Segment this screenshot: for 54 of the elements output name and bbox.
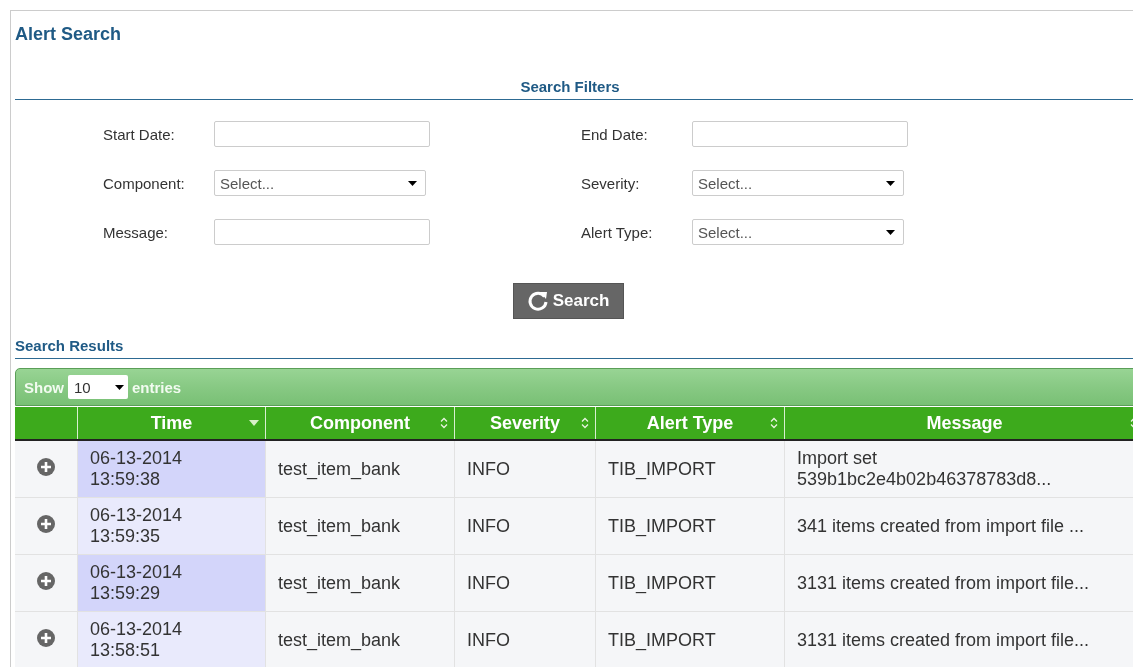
- input-field[interactable]: [692, 121, 908, 147]
- section-title: Search Results: [15, 336, 124, 354]
- table-cell: 06-13-2014 13:59:29: [77, 554, 266, 612]
- table-cell: INFO: [454, 554, 596, 612]
- input-field[interactable]: [214, 121, 430, 147]
- table-cell: 341 items created from import file ...: [784, 497, 1133, 555]
- expand-plus-icon: [37, 571, 55, 590]
- show-label: Show: [24, 378, 64, 396]
- expand-plus-icon: [37, 628, 55, 647]
- caret-icon: [886, 180, 895, 186]
- expand-plus-icon: [37, 514, 55, 533]
- table-cell: INFO: [454, 497, 596, 555]
- field-label: Message:: [103, 223, 170, 241]
- section-title: Search Filters: [520, 77, 620, 95]
- caret-icon: [886, 229, 895, 235]
- field-label: Alert Type:: [581, 223, 654, 241]
- table-cell: test_item_bank: [265, 554, 455, 612]
- table-cell: 06-13-2014 13:59:38: [77, 440, 266, 498]
- caret-icon: [115, 384, 124, 390]
- table-cell: INFO: [454, 611, 596, 667]
- entries-select[interactable]: 10: [68, 375, 128, 399]
- column-header[interactable]: Severity: [454, 407, 596, 440]
- table-cell: INFO: [454, 440, 596, 498]
- search-button[interactable]: Search: [512, 283, 624, 319]
- field-label: Component:: [103, 174, 186, 192]
- table-cell: test_item_bank: [265, 497, 455, 555]
- column-header[interactable]: Time: [77, 407, 266, 440]
- table-cell: TIB_IMPORT: [595, 497, 785, 555]
- select-field[interactable]: Select...: [692, 170, 904, 196]
- expand-plus-icon: [37, 457, 55, 476]
- table-cell: TIB_IMPORT: [595, 611, 785, 667]
- table-cell: test_item_bank: [265, 440, 455, 498]
- column-header[interactable]: Message: [784, 407, 1133, 440]
- select-field[interactable]: Select...: [214, 170, 426, 196]
- table-cell: 06-13-2014 13:58:51: [77, 611, 266, 667]
- field-label: Start Date:: [103, 125, 176, 143]
- column-header[interactable]: Alert Type: [595, 407, 785, 440]
- table-cell: 06-13-2014 13:59:35: [77, 497, 266, 555]
- input-field[interactable]: [214, 219, 430, 245]
- refresh-icon: [526, 290, 549, 312]
- table-header: [15, 407, 78, 440]
- field-label: End Date:: [581, 125, 649, 143]
- table-cell: 3131 items created from import file...: [784, 554, 1133, 612]
- table-cell: 3131 items created from import file...: [784, 611, 1133, 667]
- table-cell: TIB_IMPORT: [595, 440, 785, 498]
- table-cell: test_item_bank: [265, 611, 455, 667]
- page-title: Alert Search: [15, 24, 123, 46]
- select-field[interactable]: Select...: [692, 219, 904, 245]
- caret-icon: [408, 180, 417, 186]
- entries-label: entries: [132, 378, 182, 396]
- table-cell: Import set 539b1bc2e4b02b46378783d8...: [784, 440, 1133, 498]
- column-header[interactable]: Component: [265, 407, 455, 440]
- table-cell: TIB_IMPORT: [595, 554, 785, 612]
- field-label: Severity:: [581, 174, 641, 192]
